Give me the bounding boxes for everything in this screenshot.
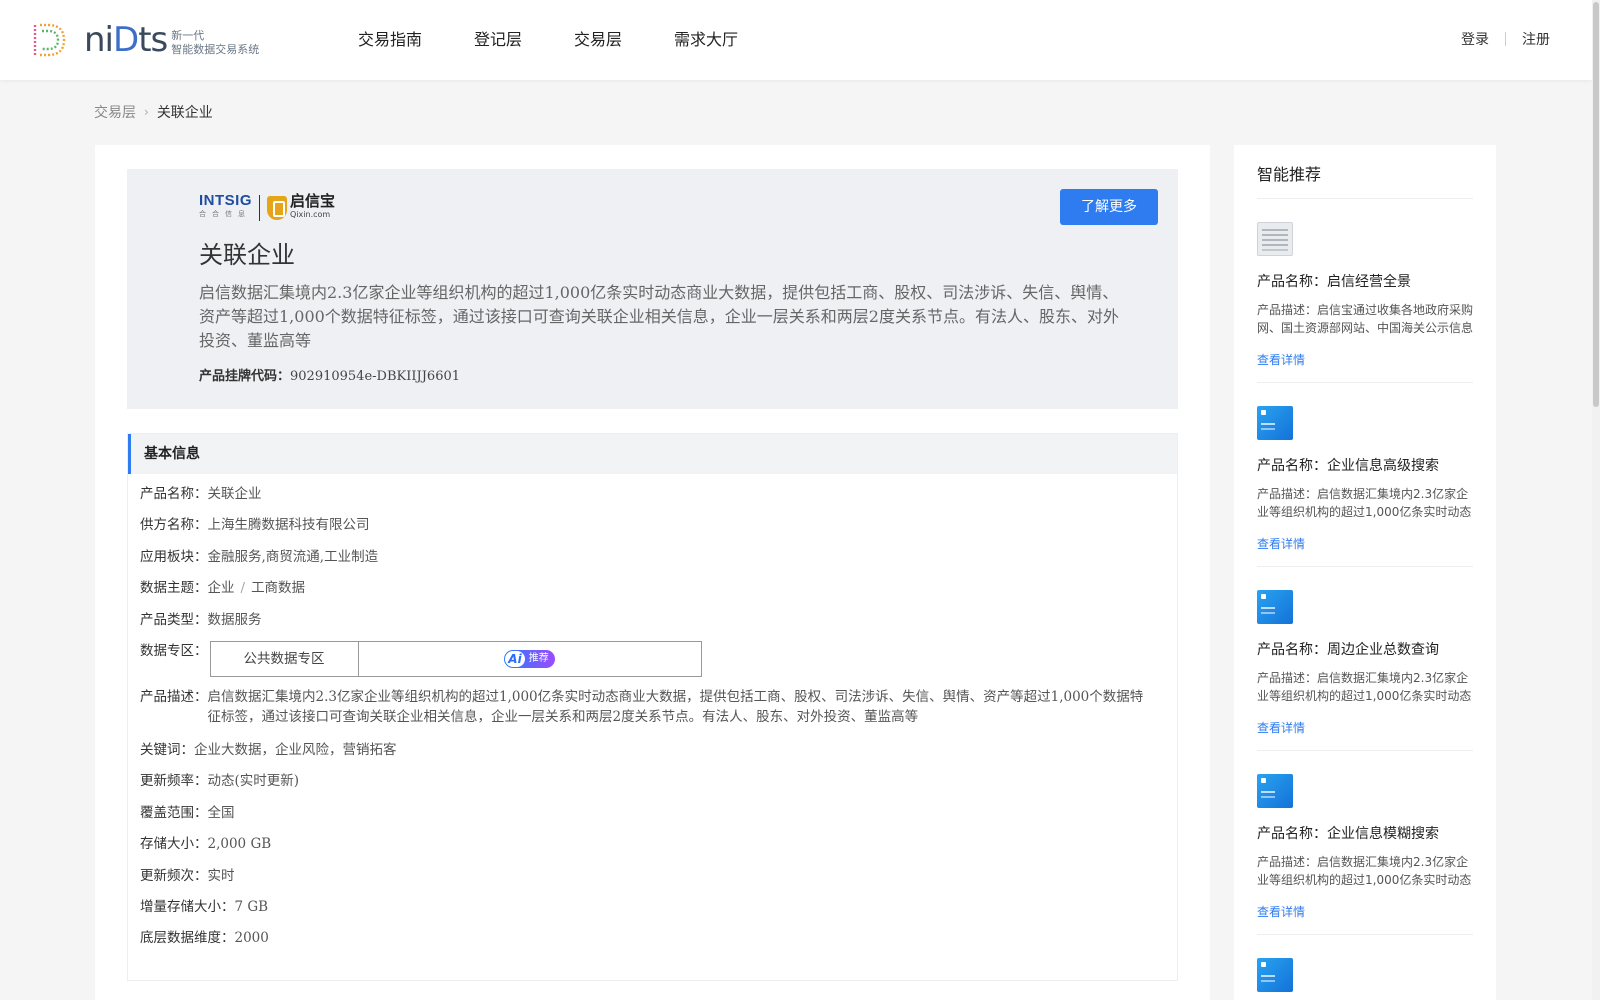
login-link[interactable]: 登录: [1461, 29, 1489, 49]
card-product-desc: 产品描述：启信宝通过收集各地政府采购网、国土资源部网站、中国海关公示信息等: [1257, 303, 1473, 335]
product-thumbnail[interactable]: [1257, 958, 1293, 992]
chevron-right-icon: ›: [144, 105, 149, 119]
field-sector: 应用板块： 金融服务,商贸流通,工业制造: [140, 549, 379, 565]
qixin-shield-icon: [267, 196, 288, 220]
card-product-name[interactable]: 产品名称：企业信息模糊搜索: [1257, 823, 1439, 843]
logo-d-icon: [33, 23, 66, 57]
product-summary: 启信数据汇集境内2.3亿家企业等组织机构的超过1,000亿条实时动态商业大数据，…: [199, 283, 1119, 350]
nav-demand-hall[interactable]: 需求大厅: [674, 28, 738, 52]
field-update-frequency: 更新频率： 动态(实时更新): [140, 773, 300, 789]
card-product-name[interactable]: 产品名称：启信经营全景: [1257, 271, 1411, 291]
recommend-card[interactable]: 产品名称：企业信息高级搜索 产品描述：启信数据汇集境内2.3亿家企业等组织机构的…: [1257, 383, 1473, 567]
logo-wordmark: niDts: [84, 20, 168, 60]
product-detail-panel: INTSIG 合合信息 启信宝 Qixin.com 了解更多 关联企业 启信数据汇集…: [95, 145, 1210, 1000]
field-coverage: 覆盖范围： 全国: [140, 805, 235, 821]
field-incremental-size: 增量存储大小： 7 GB: [140, 899, 269, 915]
public-data-zone-tag[interactable]: 公共数据专区: [211, 642, 359, 676]
main-nav: 交易指南 登记层 交易层 需求大厅: [358, 28, 790, 52]
page-scrollbar[interactable]: [1592, 0, 1600, 1000]
card-product-desc: 产品描述：启信数据汇集境内2.3亿家企业等组织机构的超过1,000亿条实时动态商…: [1257, 671, 1472, 703]
provider-brand-logo: INTSIG 合合信息 启信宝 Qixin.com: [199, 193, 335, 223]
view-details-link[interactable]: 查看详情: [1257, 903, 1305, 920]
view-details-link[interactable]: 查看详情: [1257, 351, 1305, 368]
product-thumbnail[interactable]: [1257, 774, 1293, 808]
register-link[interactable]: 注册: [1522, 29, 1550, 49]
breadcrumb: 交易层 › 关联企业: [94, 102, 213, 122]
recommend-card[interactable]: [1257, 935, 1473, 1000]
nav-trade-guide[interactable]: 交易指南: [358, 28, 422, 52]
section-heading: 基本信息: [128, 434, 1177, 474]
brand-divider: [259, 195, 261, 221]
card-product-name[interactable]: 产品名称：周边企业总数查询: [1257, 639, 1439, 659]
learn-more-button[interactable]: 了解更多: [1060, 189, 1158, 225]
ai-recommend-cell: Ai 推荐: [359, 642, 701, 676]
card-product-name[interactable]: 产品名称：企业信息高级搜索: [1257, 455, 1439, 475]
breadcrumb-trading-layer[interactable]: 交易层: [94, 102, 136, 122]
basic-info-section: 基本信息 产品名称： 关联企业 供方名称： 上海生腾数据科技有限公司 应用板块： 金融…: [127, 433, 1178, 981]
site-logo[interactable]: niDts 新一代 智能数据交易系统: [30, 20, 259, 60]
qixin-logo-text: 启信宝 Qixin.com: [290, 192, 336, 220]
auth-links: 登录 注册: [1461, 29, 1550, 49]
product-thumbnail[interactable]: [1257, 590, 1293, 624]
auth-divider: [1505, 32, 1506, 46]
field-data-zone: 数据专区： 公共数据专区 Ai 推荐: [140, 641, 702, 677]
recommend-sidebar: 智能推荐 产品名称：启信经营全景 产品描述：启信宝通过收集各地政府采购网、国土资…: [1234, 145, 1496, 1000]
card-product-desc: 产品描述：启信数据汇集境内2.3亿家企业等组织机构的超过1,000亿条实时动态商…: [1257, 487, 1472, 519]
view-details-link[interactable]: 查看详情: [1257, 535, 1305, 552]
nav-trading-layer[interactable]: 交易层: [574, 28, 622, 52]
recommend-card[interactable]: 产品名称：启信经营全景 产品描述：启信宝通过收集各地政府采购网、国土资源部网站、…: [1257, 199, 1473, 383]
product-hero: INTSIG 合合信息 启信宝 Qixin.com 了解更多 关联企业 启信数据汇集…: [127, 169, 1178, 409]
card-product-desc: 产品描述：启信数据汇集境内2.3亿家企业等组织机构的超过1,000亿条实时动态商…: [1257, 855, 1472, 887]
logo-tagline: 新一代 智能数据交易系统: [171, 29, 260, 56]
view-details-link[interactable]: 查看详情: [1257, 719, 1305, 736]
scrollbar-thumb[interactable]: [1593, 2, 1599, 407]
field-product-type: 产品类型： 数据服务: [140, 612, 262, 628]
field-keywords: 关键词： 企业大数据，企业风险，营销拓客: [140, 742, 397, 758]
intsig-logo: INTSIG 合合信息: [199, 192, 253, 218]
top-navbar: niDts 新一代 智能数据交易系统 交易指南 登记层 交易层 需求大厅 登录 …: [0, 0, 1592, 80]
product-title: 关联企业: [199, 241, 295, 269]
field-supplier: 供方名称： 上海生腾数据科技有限公司: [140, 517, 370, 533]
ai-recommend-badge[interactable]: Ai 推荐: [504, 650, 555, 668]
field-update-times: 更新频次： 实时: [140, 868, 235, 884]
field-product-name: 产品名称： 关联企业: [140, 486, 262, 502]
field-description: 产品描述： 启信数据汇集境内2.3亿家企业等组织机构的超过1,000亿条实时动态商…: [140, 689, 1144, 725]
recommend-card[interactable]: 产品名称：周边企业总数查询 产品描述：启信数据汇集境内2.3亿家企业等组织机构的…: [1257, 567, 1473, 751]
field-data-dimension: 底层数据维度： 2000: [140, 930, 269, 946]
breadcrumb-current: 关联企业: [156, 105, 213, 121]
product-thumbnail[interactable]: [1257, 406, 1293, 440]
nav-registry-layer[interactable]: 登记层: [474, 28, 522, 52]
data-zone-table: 公共数据专区 Ai 推荐: [209, 641, 702, 677]
recommend-card[interactable]: 产品名称：企业信息模糊搜索 产品描述：启信数据汇集境内2.3亿家企业等组织机构的…: [1257, 751, 1473, 935]
sidebar-title: 智能推荐: [1257, 165, 1322, 184]
field-storage-size: 存储大小： 2,000 GB: [140, 836, 272, 852]
field-data-theme: 数据主题： 企业 / 工商数据: [140, 580, 306, 596]
product-thumbnail[interactable]: [1257, 222, 1293, 256]
listing-code: 产品挂牌代码：902910954e-DBKIIJJ6601: [199, 369, 461, 384]
